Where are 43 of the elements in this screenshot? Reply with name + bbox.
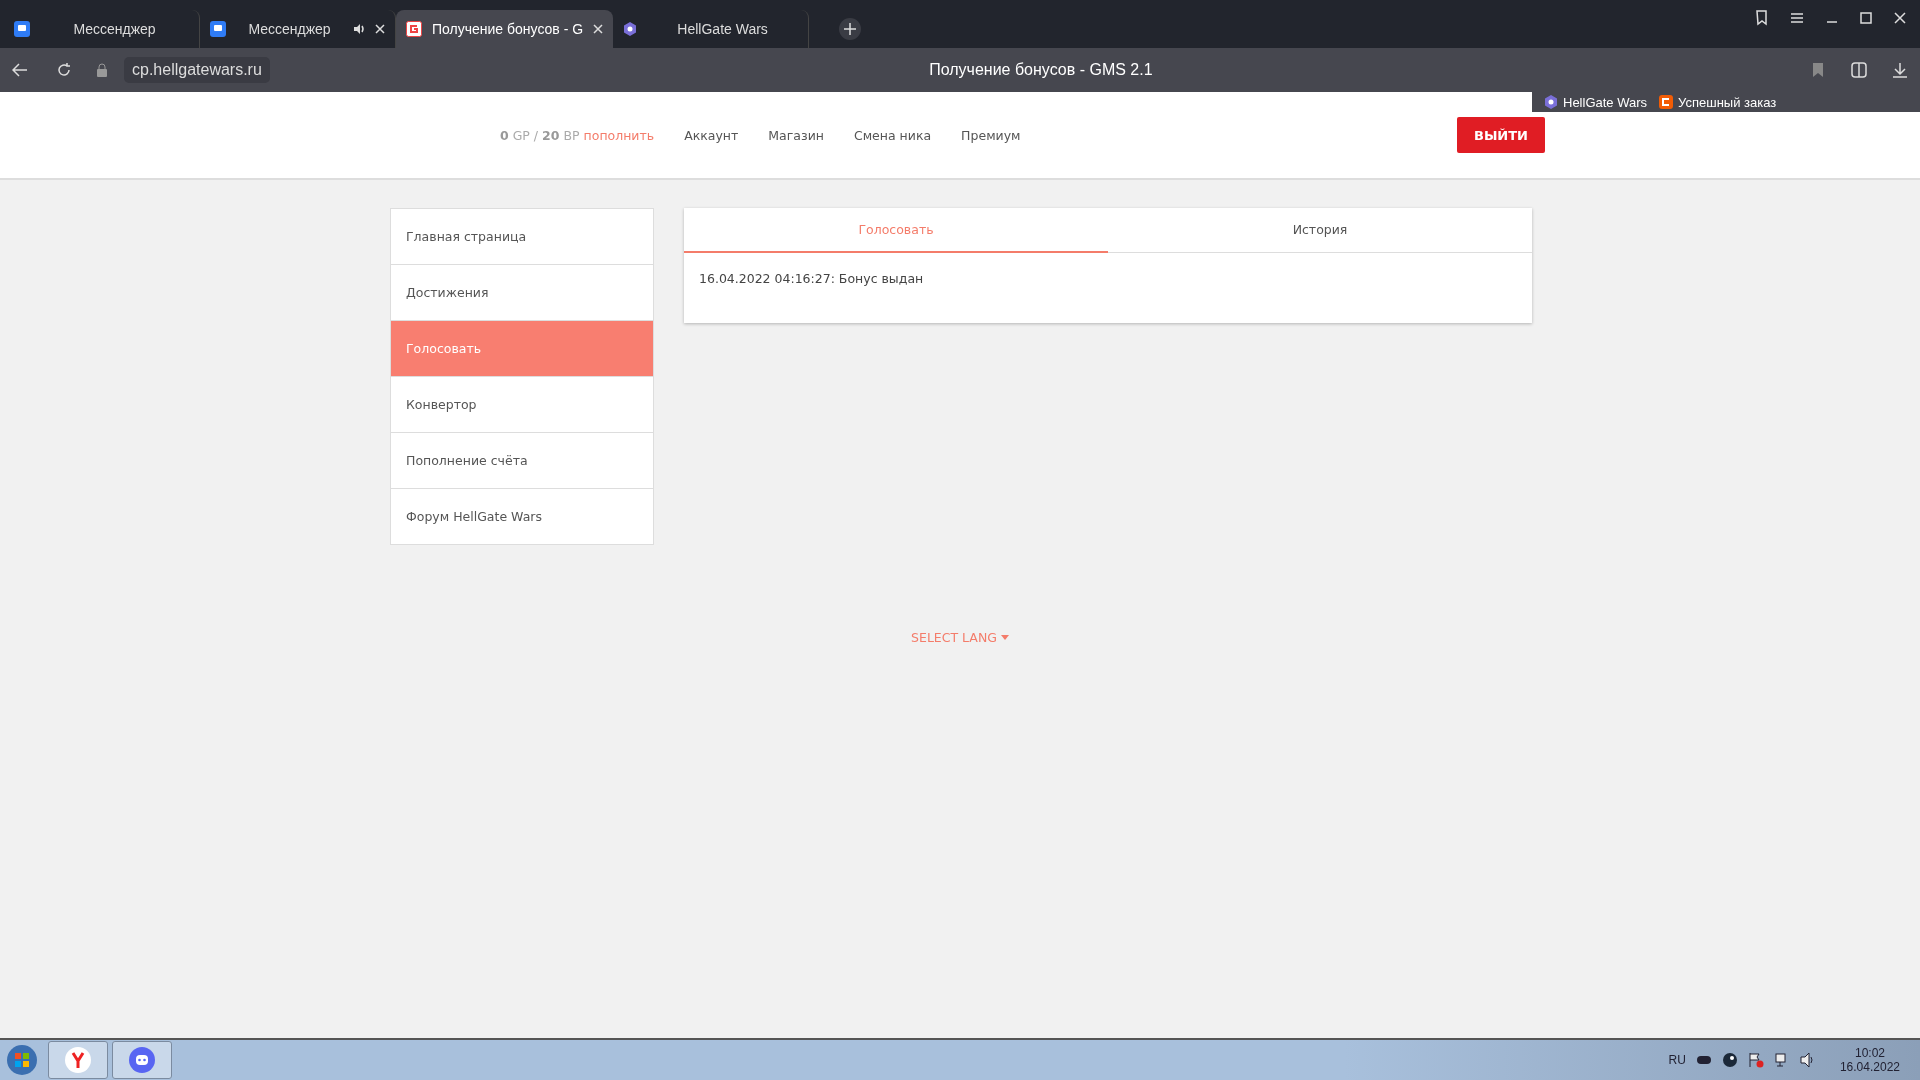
bookmark-link[interactable]: HellGate Wars xyxy=(1563,94,1648,110)
language-indicator[interactable]: RU xyxy=(1668,1053,1686,1067)
back-arrow-icon[interactable] xyxy=(12,63,28,77)
chat-app-taskbar-button[interactable] xyxy=(112,1041,172,1079)
bookmark-icon[interactable] xyxy=(1812,62,1824,78)
address-field[interactable]: cp.hellgatewars.ru xyxy=(124,57,270,83)
maximize-icon[interactable] xyxy=(1860,12,1872,24)
close-icon[interactable] xyxy=(375,24,385,34)
balance-text: 0 GP / 20 BP xyxy=(500,127,580,143)
nav-link[interactable]: Смена ника xyxy=(853,127,932,143)
page-title: Получение бонусов - GMS 2.1 xyxy=(928,61,1154,79)
browser-taskbar-button[interactable] xyxy=(48,1041,108,1079)
nav-link[interactable]: Премиум xyxy=(961,127,1021,143)
speaker-icon[interactable] xyxy=(353,23,365,35)
bookmark-link[interactable]: Успешный заказ xyxy=(1678,94,1777,110)
flag-icon[interactable] xyxy=(1747,1052,1764,1068)
close-icon[interactable] xyxy=(1894,12,1906,24)
new-tab-icon[interactable] xyxy=(839,18,862,40)
reload-icon[interactable] xyxy=(56,62,72,78)
panel-tab[interactable]: История xyxy=(1108,208,1532,253)
clock-time: 10:02 xyxy=(1854,1046,1885,1060)
g-logo-icon xyxy=(406,21,422,37)
browser-tab[interactable]: Получение бонусов - G xyxy=(396,10,614,48)
speaker-icon[interactable] xyxy=(1799,1052,1816,1068)
download-icon[interactable] xyxy=(1892,62,1908,78)
bonus-entry: 16.04.2022 04:16:27: Бонус выдан xyxy=(698,270,925,288)
hexagon-logo-icon xyxy=(1544,95,1558,109)
c-logo-icon xyxy=(1659,95,1674,109)
y-logo-icon xyxy=(64,1046,92,1074)
bookmarks-icon[interactable] xyxy=(1754,10,1768,26)
nav-link[interactable]: Магазин xyxy=(768,127,824,143)
nav-link[interactable]: Аккаунт xyxy=(684,127,739,143)
game-controller-logo-icon xyxy=(128,1046,156,1074)
lock-icon xyxy=(96,63,108,77)
clock-date: 16.04.2022 xyxy=(1839,1060,1900,1074)
logout-button[interactable]: ВЫЙТИ xyxy=(1457,117,1545,153)
chat-icon xyxy=(210,21,226,37)
caret-icon xyxy=(1000,635,1009,640)
extensions-icon[interactable] xyxy=(1850,61,1868,79)
chat-icon xyxy=(14,21,30,37)
close-icon[interactable] xyxy=(593,24,604,34)
hexagon-logo-icon xyxy=(623,22,638,36)
menu-icon[interactable] xyxy=(1790,12,1804,24)
